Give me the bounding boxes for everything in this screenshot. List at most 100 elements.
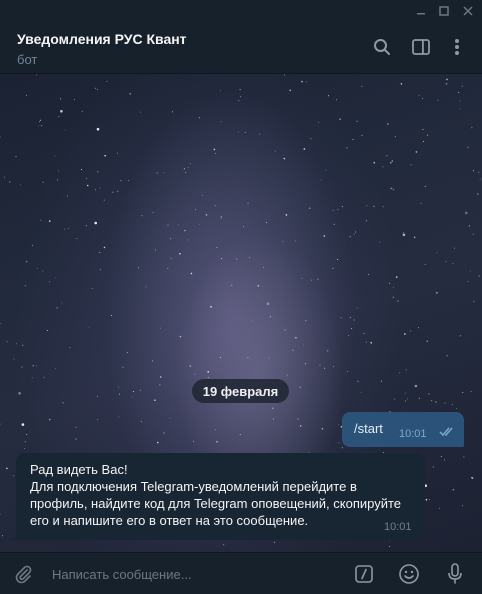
star — [31, 377, 33, 379]
incoming-message[interactable]: Рад видеть Вас! Для подключения Telegram… — [16, 453, 425, 540]
chat-history[interactable]: 19 февраля /start 10:01 Рад видеть Вас! … — [0, 74, 482, 552]
star — [221, 258, 223, 259]
star — [0, 323, 1, 324]
outgoing-message[interactable]: /start 10:01 — [342, 412, 464, 447]
star — [404, 400, 406, 402]
star — [99, 251, 101, 253]
star — [303, 344, 305, 346]
microphone-icon[interactable] — [443, 562, 467, 586]
star — [353, 319, 355, 321]
star — [187, 167, 189, 168]
star — [96, 89, 98, 90]
star — [347, 371, 349, 372]
chat-title[interactable]: Уведомления РУС Квант — [17, 31, 187, 47]
star — [387, 123, 389, 125]
star — [363, 333, 365, 334]
star — [167, 268, 169, 269]
star — [418, 94, 420, 96]
outgoing-message-time: 10:01 — [399, 428, 427, 440]
star — [22, 344, 24, 346]
star — [159, 376, 162, 378]
star — [452, 263, 454, 265]
star — [451, 404, 453, 405]
star — [154, 399, 156, 402]
star — [346, 147, 348, 149]
message-input[interactable] — [52, 565, 332, 583]
star — [436, 252, 438, 254]
close-icon[interactable] — [457, 0, 479, 22]
sidebar-toggle-icon[interactable] — [410, 36, 432, 58]
star — [21, 366, 23, 368]
star — [42, 181, 44, 183]
star — [282, 241, 284, 243]
incoming-message-line: Для подключения Telegram-уведомлений пер… — [30, 479, 357, 494]
star — [361, 134, 363, 136]
search-icon[interactable] — [371, 36, 393, 58]
star — [112, 191, 114, 193]
star — [21, 423, 25, 426]
star — [454, 247, 455, 249]
star — [118, 416, 120, 418]
message-composer — [0, 552, 482, 594]
star — [129, 93, 131, 95]
window-titlebar — [0, 0, 482, 22]
star — [310, 138, 312, 140]
star — [389, 545, 390, 547]
star — [415, 151, 418, 153]
star — [111, 315, 113, 316]
star — [99, 269, 101, 271]
star — [159, 384, 161, 386]
star — [390, 162, 392, 164]
star — [333, 223, 335, 225]
star — [240, 96, 242, 98]
star — [381, 380, 382, 382]
star — [458, 91, 460, 93]
star — [239, 434, 241, 435]
star — [305, 320, 307, 322]
star — [436, 292, 438, 294]
star — [37, 268, 38, 269]
star — [414, 384, 418, 388]
star — [418, 397, 420, 399]
more-vertical-icon[interactable] — [446, 36, 468, 58]
star — [349, 316, 351, 318]
star — [424, 263, 426, 265]
star — [297, 418, 299, 420]
star — [40, 119, 42, 121]
star — [13, 475, 15, 477]
star — [305, 81, 307, 83]
emoji-icon[interactable] — [397, 562, 421, 586]
star — [266, 222, 267, 224]
star — [257, 285, 260, 287]
bot-commands-icon[interactable] — [352, 562, 376, 586]
star — [155, 249, 156, 251]
star — [471, 477, 472, 479]
star — [189, 163, 191, 165]
star — [365, 220, 367, 222]
star — [151, 360, 153, 362]
star — [428, 499, 430, 501]
star — [156, 172, 158, 174]
star — [76, 237, 78, 239]
star — [247, 357, 249, 359]
star — [18, 392, 21, 395]
star — [179, 335, 182, 338]
star — [422, 128, 424, 130]
star — [259, 133, 261, 135]
star — [60, 98, 61, 100]
minimize-icon[interactable] — [410, 0, 432, 22]
star — [35, 365, 37, 367]
attach-icon[interactable] — [11, 562, 35, 586]
star — [478, 171, 480, 173]
star — [402, 233, 406, 237]
maximize-icon[interactable] — [433, 0, 455, 22]
star — [207, 377, 209, 379]
star — [198, 223, 200, 225]
star — [292, 349, 294, 351]
star — [169, 417, 171, 419]
date-separator: 19 февраля — [192, 379, 289, 403]
star — [476, 193, 479, 195]
star — [284, 329, 286, 331]
star — [39, 121, 40, 123]
star — [268, 357, 270, 359]
